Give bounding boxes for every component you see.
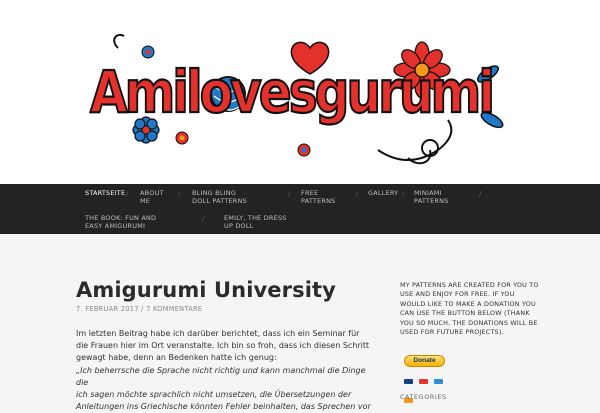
post-meta: 7. Februar 2017 / 7 Kommentare — [76, 305, 202, 313]
nav-separator: / — [288, 190, 291, 198]
nav-item-free-patterns[interactable]: FREE PATTERNS — [301, 189, 341, 205]
site-logo[interactable]: Amilovesgurumi — [78, 30, 508, 170]
post-quote-line: ich sagen möchte sprachlich nicht umsetz… — [76, 390, 352, 400]
nav-separator: / — [479, 190, 482, 198]
nav-item-miniami-patterns[interactable]: MINIAMI PATTERNS — [414, 189, 454, 205]
post-body: Im letzten Beitrag habe ich darüber beri… — [76, 328, 374, 413]
logo-flower — [141, 45, 155, 59]
site-header: Amilovesgurumi — [0, 0, 600, 184]
post-title[interactable]: Amigurumi University — [76, 278, 336, 302]
nav-item-the-book[interactable]: THE BOOK: FUN AND EASY AMIGURUMI — [85, 214, 163, 230]
nav-item-startseite[interactable]: STARTSEITE — [85, 189, 125, 198]
nav-item-bling-bling-doll-patterns[interactable]: BLING BLING DOLL PATTERNS — [192, 189, 248, 205]
nav-separator: / — [402, 190, 405, 198]
nav-separator: / — [356, 190, 359, 198]
donate-button[interactable]: Donate — [404, 355, 445, 367]
visa-card-icon — [404, 379, 413, 384]
mastercard-icon — [419, 379, 429, 384]
logo-swirl — [113, 34, 125, 49]
payment-cards-icon — [404, 369, 452, 403]
nav-separator: / — [202, 215, 205, 223]
post-paragraph: Im letzten Beitrag habe ich darüber beri… — [76, 329, 370, 363]
post-date[interactable]: 7. Februar 2017 — [76, 305, 139, 313]
nav-item-emily-the-dress-up-doll[interactable]: EMILY, THE DRESS UP DOLL — [224, 214, 292, 230]
amex-card-icon — [434, 379, 444, 384]
post-quote-line: Anleitungen ins Griechische könnten Fehl… — [76, 402, 371, 412]
post-comments-link[interactable]: 7 Kommentare — [146, 305, 202, 313]
main-navigation: STARTSEITE / ABOUT ME / BLING BLING DOLL… — [0, 184, 600, 234]
logo-flower — [297, 143, 311, 157]
post-quote-line: „Ich beherrsche die Sprache nicht richti… — [76, 365, 366, 387]
logo-flower — [175, 131, 189, 145]
nav-separator: / — [126, 190, 129, 198]
logo-swirl — [377, 119, 453, 161]
meta-separator: / — [141, 305, 144, 313]
nav-separator: / — [178, 190, 181, 198]
sidebar-donation-text: My patterns are created for you to use a… — [400, 281, 539, 337]
nav-item-about-me[interactable]: ABOUT ME — [140, 189, 164, 205]
logo-text: Amilovesgurumi — [90, 58, 492, 126]
